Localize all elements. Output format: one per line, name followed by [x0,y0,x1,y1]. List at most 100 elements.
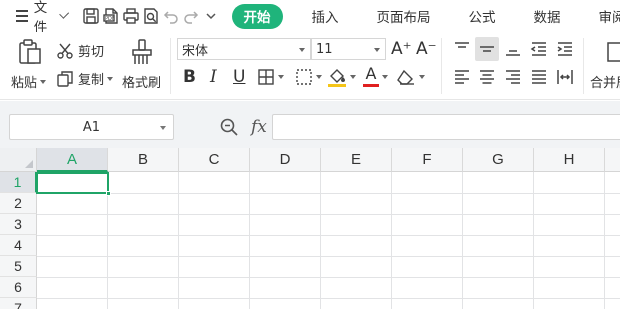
divider [583,38,584,94]
fill-handle[interactable] [106,191,111,196]
copy-label: 复制 [78,73,105,88]
align-center-button[interactable] [477,67,497,87]
chevron-down-icon [59,8,70,19]
ribbon-home: 粘贴 剪切 复制 格式刷 宋体 11 A⁺ A⁻ B I U A 合并 [0,32,620,100]
grow-font-icon: A⁺ [391,39,412,59]
save-icon[interactable] [82,4,100,28]
gridline [320,172,321,309]
fill-color-button[interactable] [327,66,356,88]
font-size-select[interactable]: 11 [311,38,386,60]
cell-style-icon [296,69,312,85]
insert-function-icon[interactable]: fx [251,117,267,137]
gridline [604,172,605,309]
align-center-icon [480,70,494,84]
column-header[interactable]: F [392,148,463,172]
bold-button[interactable]: B [183,66,196,88]
format-painter-icon[interactable] [129,38,155,66]
shrink-font-button[interactable]: A⁻ [416,38,437,60]
format-painter-label: 格式刷 [122,76,162,91]
spreadsheet-grid[interactable]: A B C D E F G H 1 2 3 4 5 6 7 [0,148,620,309]
row-header[interactable]: 7 [0,298,37,309]
print-preview-icon[interactable] [142,4,160,28]
align-left-button[interactable] [452,67,472,87]
name-box[interactable]: A1 [9,114,174,140]
customize-chevron-icon[interactable] [202,4,220,28]
borders-button[interactable] [257,68,284,86]
underline-button[interactable]: U [233,66,245,88]
file-menu-button[interactable]: 文件 [0,0,70,36]
tab-review[interactable]: 审阅 [580,0,620,32]
underline-icon: U [233,67,246,87]
decrease-indent-button[interactable] [529,39,549,59]
column-header[interactable]: E [321,148,392,172]
cell-style-button[interactable] [295,68,322,86]
grow-font-button[interactable]: A⁺ [391,38,412,60]
zoom-search-icon[interactable] [219,117,239,137]
font-color-icon: A [363,66,379,87]
column-header[interactable]: C [179,148,250,172]
borders-icon [258,69,274,85]
clear-button[interactable] [396,68,425,86]
merge-icon[interactable] [606,41,620,63]
merge-label: 合并居 [590,76,620,91]
format-painter-button[interactable]: 格式刷 [122,72,161,91]
gridline [178,172,179,309]
column-header[interactable]: D [250,148,321,172]
align-top-button[interactable] [452,39,472,59]
paste-button[interactable]: 粘贴 [11,72,47,91]
ribbon-tabs: 开始 插入 页面布局 公式 数据 审阅 [231,0,620,32]
export-pdf-icon[interactable]: PDF [102,4,120,28]
undo-icon[interactable] [162,4,180,28]
column-header[interactable]: H [534,148,605,172]
tab-home[interactable]: 开始 [231,3,283,29]
active-cell-a1[interactable] [36,172,111,196]
hamburger-icon [16,10,28,22]
align-middle-button[interactable] [475,37,499,61]
row-header[interactable]: 3 [0,214,37,235]
column-header[interactable]: B [108,148,179,172]
align-bottom-button[interactable] [503,39,523,59]
row-header[interactable]: 6 [0,277,37,298]
tab-formulas[interactable]: 公式 [450,0,515,32]
align-right-icon [506,70,520,84]
row-header[interactable]: 2 [0,193,37,214]
eraser-icon [397,69,414,85]
increase-indent-button[interactable] [555,39,575,59]
tab-insert[interactable]: 插入 [293,0,358,32]
menu-bar: 文件 PDF 开始 插入 页面布局 公式 数据 审阅 [0,0,620,36]
row-header[interactable]: 5 [0,256,37,277]
select-all-triangle-icon [25,160,33,168]
row-header[interactable]: 4 [0,235,37,256]
name-box-value: A1 [82,119,101,135]
align-middle-icon [480,46,494,52]
distributed-button[interactable] [555,67,575,87]
redo-icon[interactable] [182,4,200,28]
align-bottom-icon [506,50,520,56]
formula-input[interactable] [272,114,620,140]
cut-button[interactable]: 剪切 [56,41,104,60]
column-header-partial[interactable] [605,148,620,172]
select-all-corner[interactable] [0,148,37,172]
italic-button[interactable]: I [210,66,217,88]
justify-button[interactable] [529,67,549,87]
row-header[interactable]: 1 [0,172,37,193]
column-header[interactable]: A [37,148,108,172]
tab-page-layout[interactable]: 页面布局 [358,0,450,32]
font-name-select[interactable]: 宋体 [177,38,311,60]
caret-down-icon [350,75,356,79]
align-right-button[interactable] [503,67,523,87]
paint-bucket-icon [328,69,346,87]
copy-button[interactable]: 复制 [56,69,114,88]
column-header[interactable]: G [463,148,534,172]
caret-down-icon [278,75,284,79]
caret-down-icon [160,126,166,130]
font-name-value: 宋体 [182,43,209,59]
paste-icon[interactable] [16,38,44,66]
gridline [533,172,534,309]
caret-down-icon [107,76,114,81]
print-icon[interactable] [122,4,140,28]
font-color-button[interactable]: A [363,66,388,87]
merge-center-button[interactable]: 合并居 [590,72,620,91]
increase-indent-icon [557,42,572,56]
tab-data[interactable]: 数据 [515,0,580,32]
